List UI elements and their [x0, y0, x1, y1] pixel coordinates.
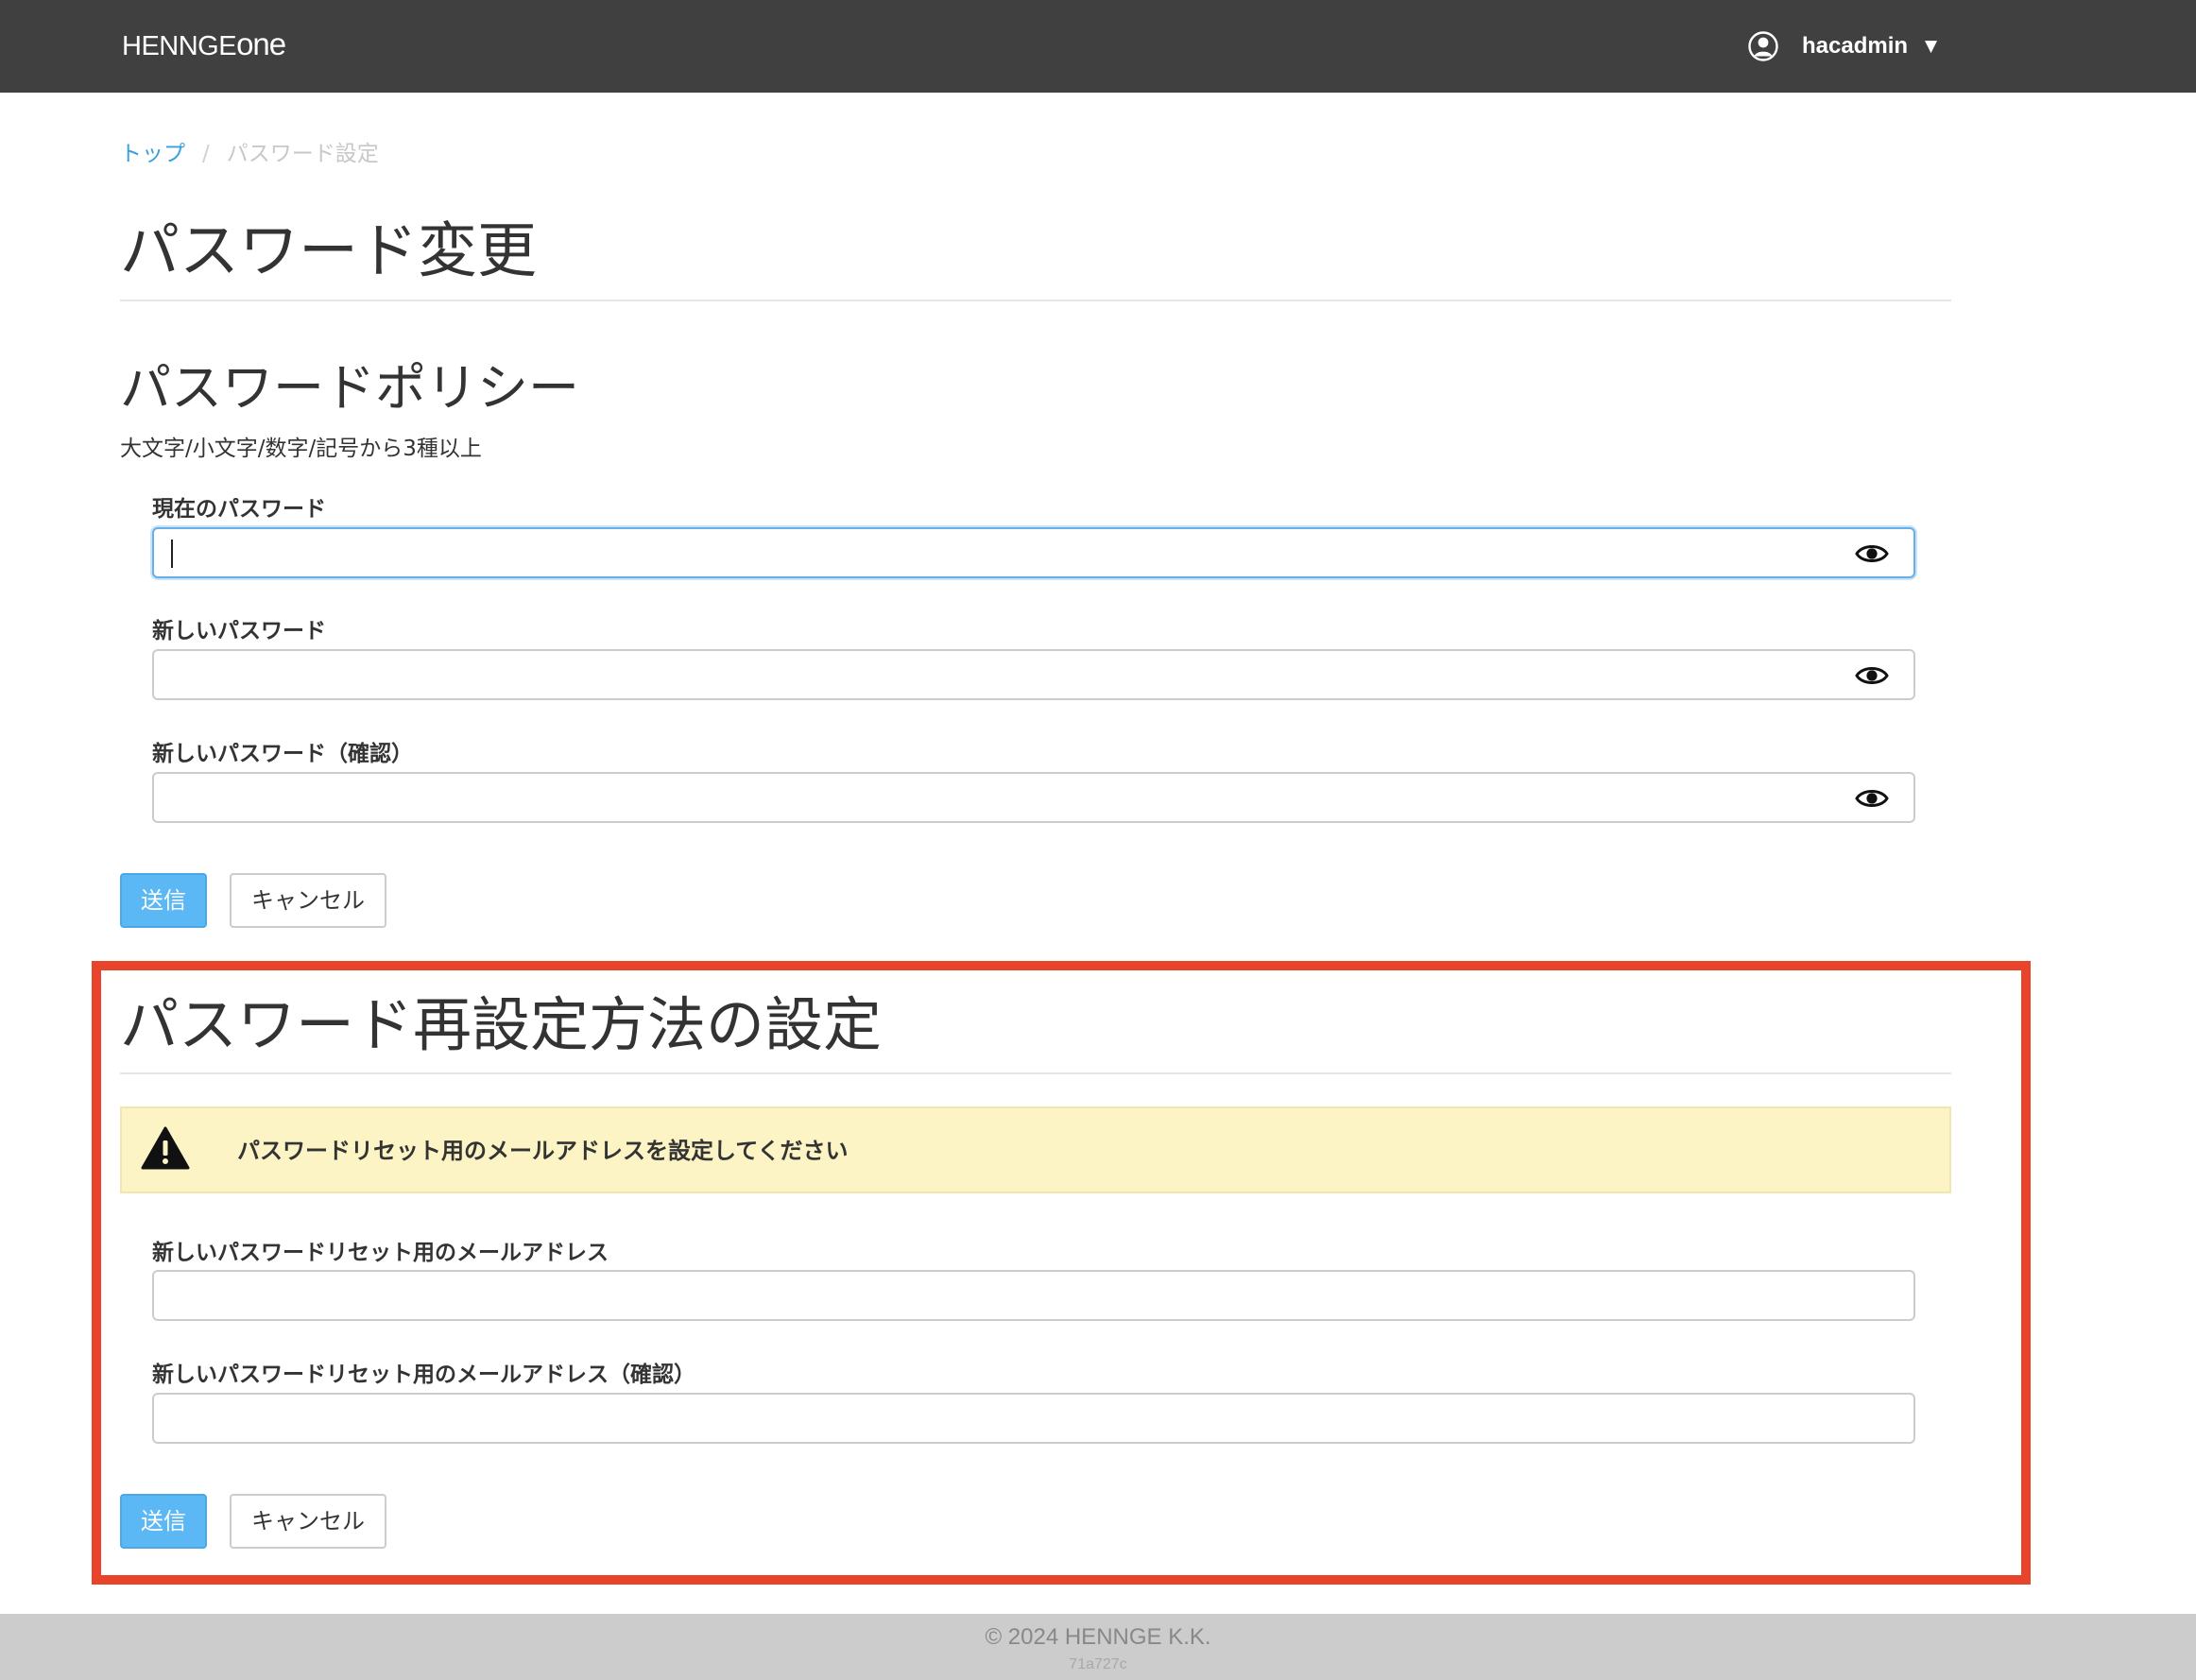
new-password-field[interactable] [152, 649, 1915, 700]
policy-description: 大文字/小文字/数字/記号から3種以上 [120, 437, 482, 461]
reset-email-confirm-label: 新しいパスワードリセット用のメールアドレス（確認） [152, 1363, 695, 1387]
password-submit-button[interactable]: 送信 [120, 873, 207, 928]
reset-method-heading: パスワード再設定方法の設定 [120, 990, 883, 1059]
chevron-down-icon: ▼ [1925, 37, 1938, 56]
page-title: パスワード変更 [120, 216, 537, 285]
warning-alert: パスワードリセット用のメールアドレスを設定してください [120, 1106, 1951, 1193]
reset-email-field[interactable] [152, 1270, 1915, 1321]
eye-icon[interactable] [1855, 541, 1889, 566]
henngeone-logo[interactable]: HENNGEone [122, 26, 286, 65]
footer-copyright: © 2024 HENNGE K.K. [985, 1624, 1211, 1650]
breadcrumb: トップ / パスワード設定 [120, 138, 379, 170]
logo-brand: HENNGE [122, 31, 237, 61]
eye-icon[interactable] [1855, 786, 1889, 811]
username: hacadmin [1802, 33, 1909, 59]
reset-submit-button[interactable]: 送信 [120, 1494, 207, 1549]
user-menu[interactable]: hacadmin ▼ [1747, 28, 1937, 64]
policy-heading: パスワードポリシー [120, 358, 579, 418]
reset-email-input[interactable] [154, 1272, 1913, 1319]
reset-email-confirm-input[interactable] [154, 1395, 1913, 1442]
title-divider [120, 300, 1951, 301]
confirm-password-input[interactable] [154, 774, 1913, 821]
breadcrumb-separator: / [202, 142, 210, 166]
reset-cancel-button[interactable]: キャンセル [230, 1494, 386, 1549]
reset-email-label: 新しいパスワードリセット用のメールアドレス [152, 1241, 609, 1265]
password-cancel-button[interactable]: キャンセル [230, 873, 386, 928]
breadcrumb-current: パスワード設定 [226, 142, 379, 166]
logo-brand-suffix: one [236, 26, 286, 61]
warning-icon [141, 1125, 190, 1171]
footer: © 2024 HENNGE K.K. 71a727c [0, 1614, 2196, 1680]
reset-email-confirm-field[interactable] [152, 1393, 1915, 1444]
breadcrumb-home-link[interactable]: トップ [120, 142, 185, 166]
confirm-password-field[interactable] [152, 772, 1915, 823]
confirm-password-label: 新しいパスワード（確認） [152, 742, 413, 766]
footer-build-id: 71a727c [1069, 1656, 1127, 1672]
top-navbar: HENNGEone hacadmin ▼ [0, 0, 2196, 93]
eye-icon[interactable] [1855, 663, 1889, 688]
user-circle-icon [1747, 30, 1779, 62]
text-cursor [171, 540, 173, 568]
alert-message: パスワードリセット用のメールアドレスを設定してください [237, 1138, 849, 1164]
reset-heading-divider [120, 1072, 1951, 1074]
current-password-field[interactable] [152, 527, 1915, 578]
current-password-input[interactable] [154, 529, 1913, 576]
new-password-label: 新しいパスワード [152, 619, 326, 643]
current-password-label: 現在のパスワード [152, 497, 326, 522]
new-password-input[interactable] [154, 651, 1913, 698]
